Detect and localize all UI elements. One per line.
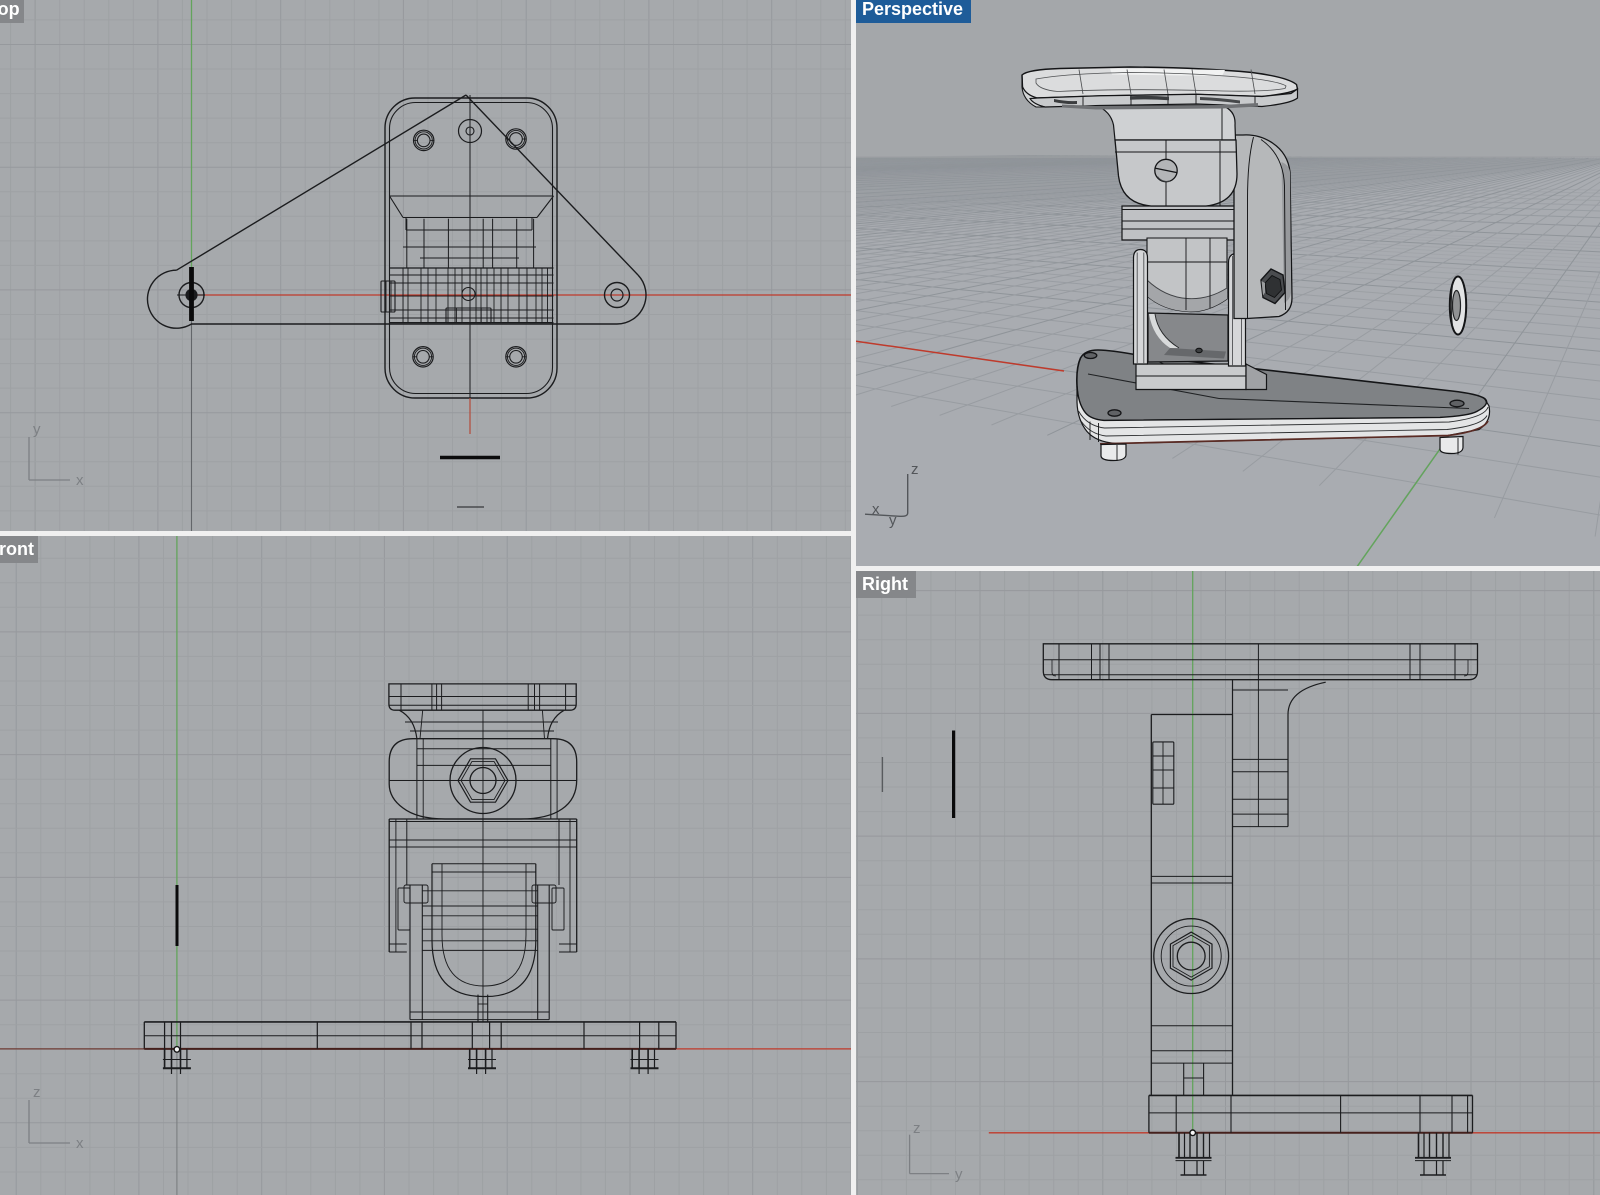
svg-text:x: x: [76, 1135, 84, 1152]
svg-text:x: x: [872, 501, 880, 518]
svg-text:y: y: [889, 512, 897, 529]
svg-text:z: z: [33, 1084, 41, 1101]
svg-text:y: y: [955, 1166, 963, 1183]
svg-text:y: y: [33, 421, 41, 438]
svg-text:x: x: [76, 472, 84, 489]
svg-text:z: z: [913, 1120, 921, 1137]
svg-text:z: z: [911, 461, 919, 478]
